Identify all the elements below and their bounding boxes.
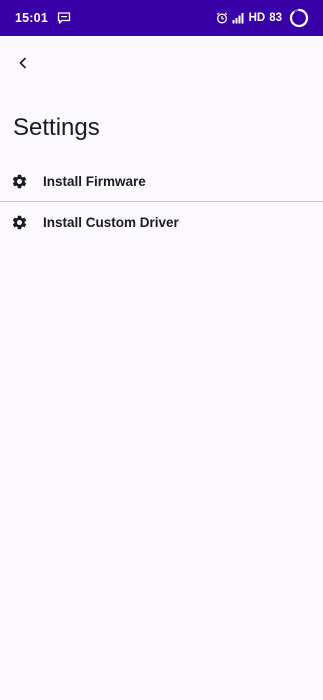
network-type-label: HD <box>248 12 266 24</box>
install-firmware-label: Install Firmware <box>43 173 146 189</box>
status-bar: 15:01 HD 83 <box>0 0 323 36</box>
signal-icon <box>232 12 245 24</box>
install-firmware-item[interactable]: Install Firmware <box>0 161 323 201</box>
battery-level: 83 <box>269 12 282 24</box>
battery-ring-icon <box>289 8 309 28</box>
status-icons: HD 83 <box>216 8 309 28</box>
message-icon <box>57 12 71 24</box>
install-custom-driver-label: Install Custom Driver <box>43 214 179 230</box>
settings-list: Install Firmware Install Custom Driver <box>0 161 323 242</box>
status-time: 15:01 <box>15 11 48 25</box>
alarm-icon <box>216 12 228 24</box>
gear-icon <box>11 173 28 190</box>
back-arrow-icon <box>17 57 29 69</box>
gear-icon <box>11 214 28 231</box>
page-title: Settings <box>13 114 100 141</box>
back-button[interactable] <box>10 50 36 76</box>
install-custom-driver-item[interactable]: Install Custom Driver <box>0 202 323 242</box>
